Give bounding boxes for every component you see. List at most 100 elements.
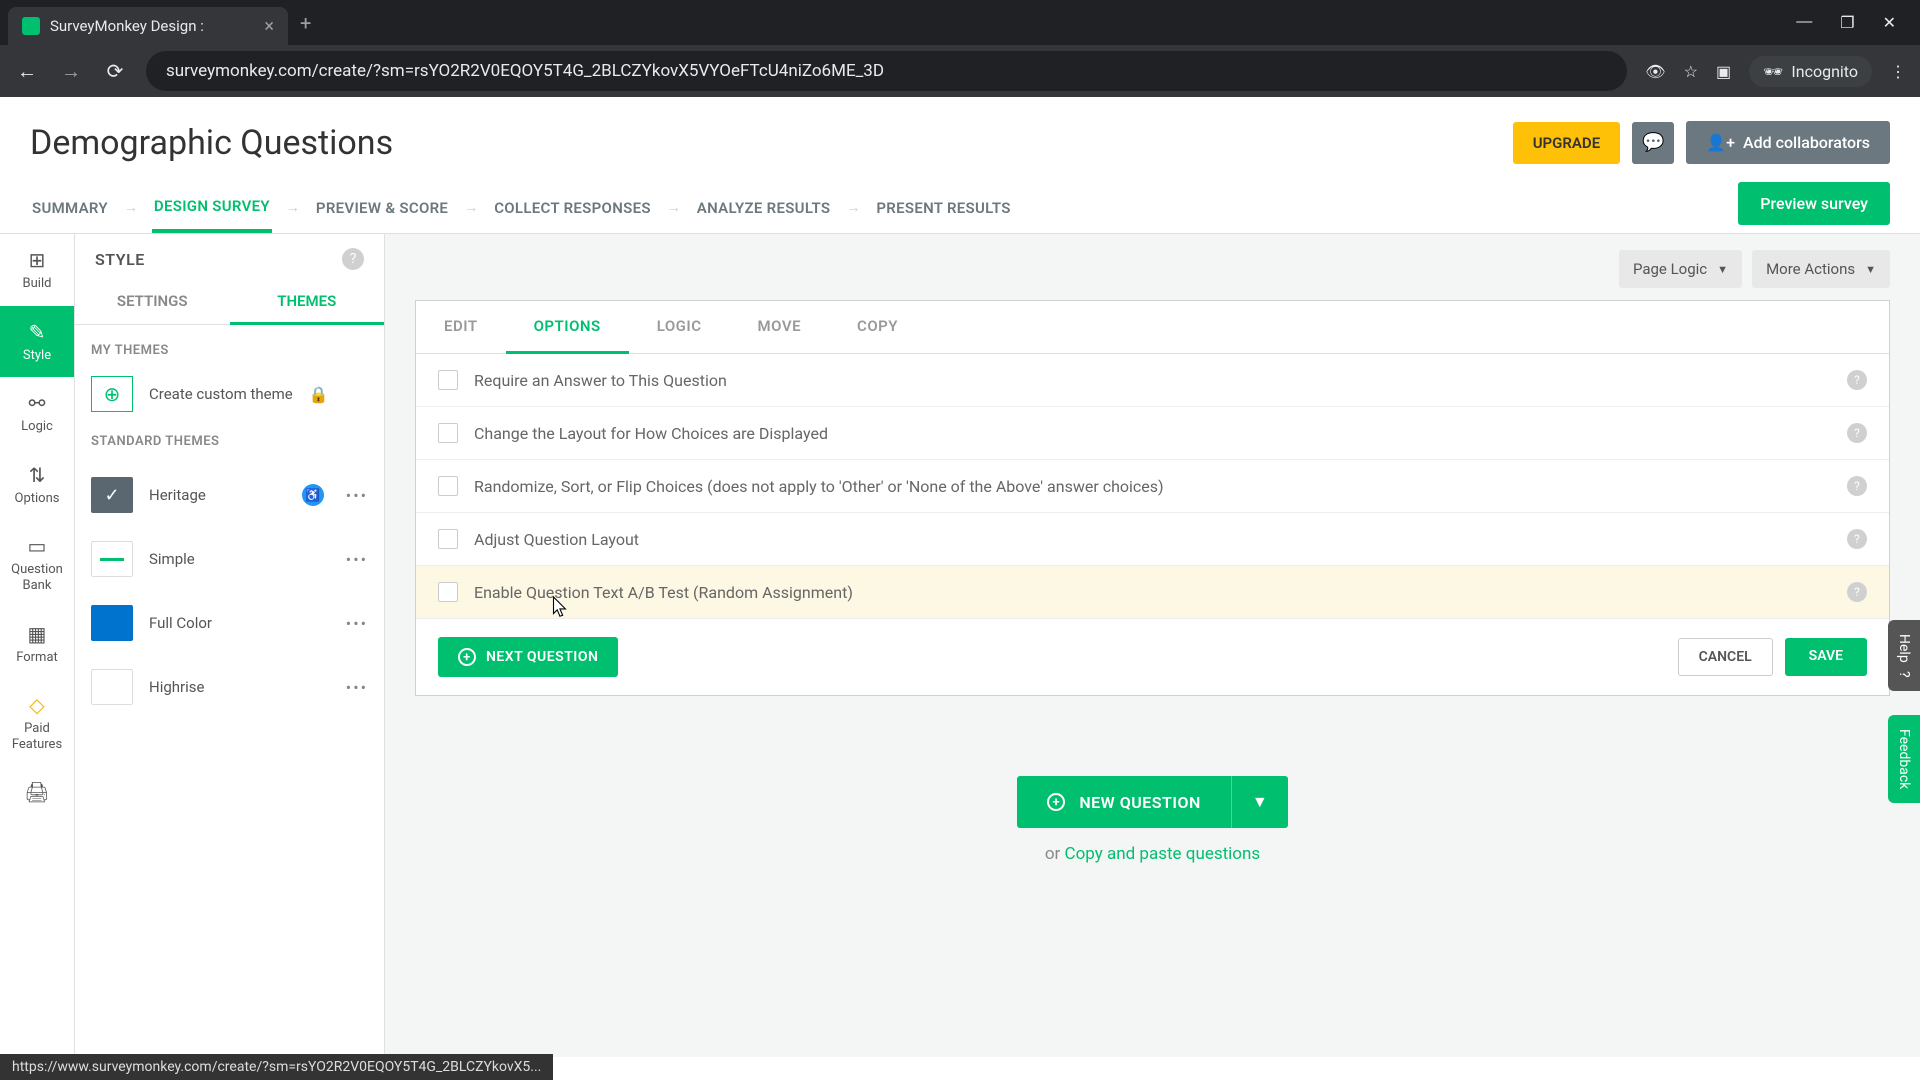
add-collab-label: Add collaborators — [1743, 133, 1870, 152]
kebab-icon[interactable]: ⋮ — [1890, 62, 1906, 81]
theme-swatch — [91, 669, 133, 705]
chat-button[interactable]: 💬 — [1632, 122, 1674, 164]
upgrade-button[interactable]: UPGRADE — [1513, 122, 1620, 164]
question-editor: EDIT OPTIONS LOGIC MOVE COPY Require an … — [415, 300, 1890, 696]
rail-style[interactable]: ✎Style — [0, 306, 74, 378]
option-adjust-layout[interactable]: Adjust Question Layout ? — [416, 513, 1889, 566]
nav-preview-score[interactable]: PREVIEW & SCORE — [314, 185, 450, 231]
checkbox[interactable] — [438, 582, 458, 602]
minimize-icon[interactable]: ― — [1796, 13, 1812, 33]
standard-themes-label: STANDARD THEMES — [91, 434, 368, 449]
checkbox[interactable] — [438, 529, 458, 549]
accessibility-icon[interactable]: ♿ — [302, 484, 324, 506]
help-side-tab[interactable]: Help? — [1888, 620, 1920, 691]
help-icon[interactable]: ? — [1847, 423, 1867, 443]
q-tab-edit[interactable]: EDIT — [416, 301, 506, 353]
new-tab-button[interactable]: + — [300, 11, 311, 35]
option-require-answer[interactable]: Require an Answer to This Question ? — [416, 354, 1889, 407]
feedback-side-tab[interactable]: Feedback — [1888, 715, 1920, 803]
help-icon[interactable]: ? — [1847, 582, 1867, 602]
close-window-icon[interactable]: ✕ — [1883, 13, 1896, 33]
logic-icon: ⚯ — [29, 391, 46, 415]
nav-summary[interactable]: SUMMARY — [30, 185, 110, 231]
next-question-button[interactable]: + NEXT QUESTION — [438, 637, 618, 677]
help-icon[interactable]: ? — [342, 248, 364, 270]
plus-box-icon: ⊕ — [91, 376, 133, 412]
forward-icon[interactable]: → — [58, 58, 84, 84]
paid-icon: ◇ — [29, 693, 44, 717]
more-icon[interactable]: ••• — [346, 614, 368, 633]
chevron-right-icon: → — [464, 199, 478, 216]
nav-design-survey[interactable]: DESIGN SURVEY — [152, 183, 272, 233]
chevron-down-icon: ▼ — [1252, 792, 1268, 812]
checkbox[interactable] — [438, 370, 458, 390]
back-icon[interactable]: ← — [14, 58, 40, 84]
reload-icon[interactable]: ⟳ — [102, 58, 128, 84]
new-question-dropdown[interactable]: ▼ — [1231, 776, 1288, 828]
rail-question-bank[interactable]: ▭Question Bank — [0, 520, 74, 607]
maximize-icon[interactable]: ❐ — [1840, 13, 1854, 33]
help-bubble-icon: ? — [1896, 671, 1912, 678]
panel-title: STYLE — [95, 250, 145, 269]
rail-logic[interactable]: ⚯Logic — [0, 377, 74, 449]
add-collaborators-button[interactable]: 👤+ Add collaborators — [1686, 121, 1890, 164]
q-tab-copy[interactable]: COPY — [829, 301, 926, 353]
rail-print[interactable]: 🖨 — [0, 766, 74, 818]
chevron-down-icon: ▼ — [1717, 263, 1728, 276]
help-icon[interactable]: ? — [1847, 529, 1867, 549]
save-button[interactable]: SAVE — [1785, 638, 1867, 676]
copy-paste-link[interactable]: Copy and paste questions — [1065, 844, 1261, 864]
q-tab-move[interactable]: MOVE — [730, 301, 830, 353]
chevron-right-icon: → — [124, 199, 138, 216]
create-custom-theme[interactable]: ⊕ Create custom theme 🔒 — [91, 372, 368, 434]
close-icon[interactable]: × — [264, 16, 274, 37]
chevron-down-icon: ▼ — [1865, 263, 1876, 276]
checkbox[interactable] — [438, 476, 458, 496]
theme-heritage[interactable]: ✓ Heritage ♿ ••• — [91, 463, 368, 527]
url-text: surveymonkey.com/create/?sm=rsYO2R2V0EQO… — [166, 61, 1607, 81]
preview-survey-button[interactable]: Preview survey — [1738, 182, 1890, 225]
cancel-button[interactable]: CANCEL — [1678, 638, 1773, 676]
q-tab-options[interactable]: OPTIONS — [506, 301, 629, 354]
style-icon: ✎ — [29, 320, 46, 344]
nav-analyze-results[interactable]: ANALYZE RESULTS — [695, 185, 833, 231]
more-icon[interactable]: ••• — [346, 678, 368, 697]
page-logic-dropdown[interactable]: Page Logic▼ — [1619, 250, 1742, 288]
panel-tab-themes[interactable]: THEMES — [230, 280, 385, 325]
incognito-icon: 🕶 — [1763, 62, 1783, 81]
incognito-badge[interactable]: 🕶 Incognito — [1749, 56, 1872, 87]
rail-paid-features[interactable]: ◇Paid Features — [0, 679, 74, 766]
rail-build[interactable]: ⊞Build — [0, 234, 74, 306]
rail-format[interactable]: ▦Format — [0, 608, 74, 680]
star-icon[interactable]: ☆ — [1684, 62, 1698, 81]
more-icon[interactable]: ••• — [346, 550, 368, 569]
status-bar: https://www.surveymonkey.com/create/?sm=… — [0, 1054, 553, 1080]
panel-tab-settings[interactable]: SETTINGS — [75, 280, 230, 324]
theme-simple[interactable]: Simple ••• — [91, 527, 368, 591]
rail-options[interactable]: ⇅Options — [0, 449, 74, 521]
incognito-label: Incognito — [1791, 62, 1858, 81]
more-actions-dropdown[interactable]: More Actions▼ — [1752, 250, 1890, 288]
browser-tab[interactable]: SurveyMonkey Design : × — [8, 7, 288, 45]
option-change-layout[interactable]: Change the Layout for How Choices are Di… — [416, 407, 1889, 460]
chevron-right-icon: → — [286, 199, 300, 216]
build-icon: ⊞ — [29, 248, 46, 272]
theme-full-color[interactable]: Full Color ••• — [91, 591, 368, 655]
address-bar[interactable]: surveymonkey.com/create/?sm=rsYO2R2V0EQO… — [146, 51, 1627, 91]
option-randomize[interactable]: Randomize, Sort, or Flip Choices (does n… — [416, 460, 1889, 513]
theme-swatch: ✓ — [91, 477, 133, 513]
help-icon[interactable]: ? — [1847, 476, 1867, 496]
checkbox[interactable] — [438, 423, 458, 443]
eye-off-icon[interactable]: 👁 — [1645, 62, 1665, 81]
new-question-button[interactable]: + NEW QUESTION ▼ — [1017, 776, 1287, 828]
nav-present-results[interactable]: PRESENT RESULTS — [874, 185, 1012, 231]
nav-collect-responses[interactable]: COLLECT RESPONSES — [492, 185, 653, 231]
help-icon[interactable]: ? — [1847, 370, 1867, 390]
create-theme-label: Create custom theme — [149, 385, 293, 403]
q-tab-logic[interactable]: LOGIC — [629, 301, 730, 353]
panel-icon[interactable]: ▣ — [1716, 62, 1731, 81]
format-icon: ▦ — [28, 622, 47, 646]
option-ab-test[interactable]: Enable Question Text A/B Test (Random As… — [416, 566, 1889, 619]
more-icon[interactable]: ••• — [346, 486, 368, 505]
theme-highrise[interactable]: Highrise ••• — [91, 655, 368, 719]
